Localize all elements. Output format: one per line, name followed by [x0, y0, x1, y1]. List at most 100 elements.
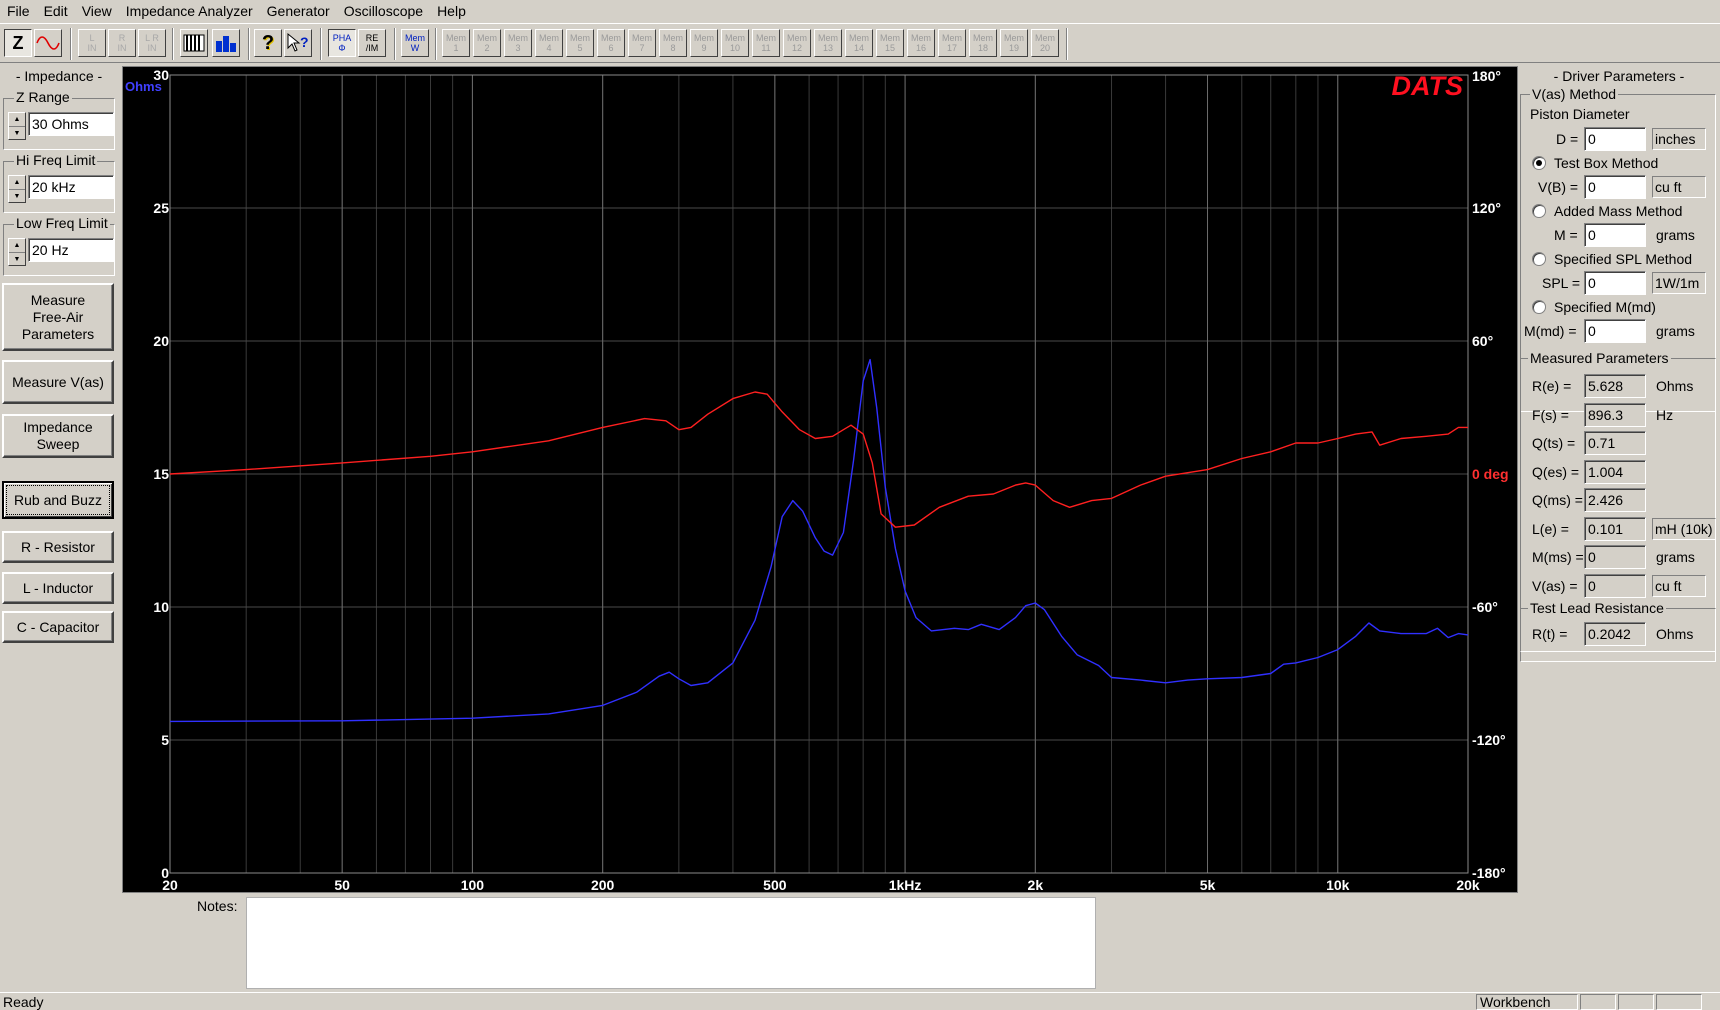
status-panel [1618, 994, 1654, 1010]
rt-label: R(t) = [1532, 626, 1568, 642]
toolbar-separator [435, 28, 437, 60]
z-range-field[interactable]: 30 Ohms [28, 112, 114, 136]
menu-view[interactable]: View [75, 0, 119, 22]
mem-slot-button[interactable]: Mem 17 [938, 29, 966, 57]
spin-up-icon[interactable]: ▲ [9, 176, 25, 190]
spectrum-button[interactable] [212, 29, 240, 57]
measured-unit: Hz [1656, 406, 1674, 423]
mmd-unit: grams [1656, 323, 1695, 339]
impedance-mode-button[interactable]: Z [4, 29, 32, 57]
measured-unit: Ohms [1656, 378, 1694, 394]
mem-slot-button[interactable]: Mem 19 [1000, 29, 1028, 57]
hi-freq-spinner[interactable]: ▲ ▼ [8, 175, 26, 203]
low-freq-spinner[interactable]: ▲ ▼ [8, 238, 26, 266]
mmd-method-label: Specified M(md) [1554, 299, 1656, 315]
menu-file[interactable]: File [0, 0, 37, 22]
measure-free-air-button[interactable]: Measure Free-Air Parameters [2, 283, 114, 351]
mem-slot-button[interactable]: Mem 13 [814, 29, 842, 57]
spin-up-icon[interactable]: ▲ [9, 113, 25, 127]
rub-and-buzz-button[interactable]: Rub and Buzz [2, 481, 114, 519]
hi-freq-field[interactable]: 20 kHz [28, 175, 114, 199]
low-freq-field[interactable]: 20 Hz [28, 238, 114, 262]
mem-slot-button[interactable]: Mem 14 [845, 29, 873, 57]
impedance-plot[interactable]: 20 50 100 200 500 1kHz 2k 5k 10k 20k 0 5 10 15 20 25 30 O… [122, 66, 1518, 893]
mem-slot-button[interactable]: Mem 10 [721, 29, 749, 57]
phase-display-button[interactable]: PHA Φ [328, 29, 356, 57]
menu-oscilloscope[interactable]: Oscilloscope [337, 0, 430, 22]
measured-unit: cu ft [1652, 574, 1706, 597]
mem-slot-button[interactable]: Mem 6 [597, 29, 625, 57]
impedance-z-icon: Z [12, 33, 24, 53]
menu-help[interactable]: Help [430, 0, 473, 22]
context-help-button[interactable]: ? [284, 29, 312, 57]
r-resistor-button[interactable]: R - Resistor [2, 531, 114, 563]
x-tick-label: 1kHz [889, 877, 922, 893]
mem-slot-button[interactable]: Mem 3 [504, 29, 532, 57]
mem-slot-button[interactable]: Mem 20 [1031, 29, 1059, 57]
mem-slot-button[interactable]: Mem 7 [628, 29, 656, 57]
spin-down-icon[interactable]: ▼ [9, 127, 25, 140]
mem-slot-button[interactable]: Mem 1 [442, 29, 470, 57]
mem-slot-button[interactable]: Mem 4 [535, 29, 563, 57]
menu-generator[interactable]: Generator [260, 0, 337, 22]
mem-slot-button[interactable]: Mem 5 [566, 29, 594, 57]
spl-field[interactable]: 0 [1584, 271, 1646, 295]
mem-slot-button[interactable]: Mem 16 [907, 29, 935, 57]
d-label: D = [1556, 131, 1579, 147]
generator-mode-button[interactable] [34, 29, 62, 57]
mem-slot-button[interactable]: Mem 2 [473, 29, 501, 57]
y-left-tick-label: 10 [153, 599, 169, 615]
status-panel-workbench: Workbench [1476, 994, 1578, 1010]
hi-freq-group: Hi Freq Limit ▲ ▼ 20 kHz [3, 152, 115, 213]
impedance-panel: - Impedance - Z Range ▲ ▼ 30 Ohms Hi Freq… [0, 64, 118, 900]
menu-edit[interactable]: Edit [37, 0, 75, 22]
y-left-tick-label: 5 [161, 732, 169, 748]
added-mass-radio[interactable] [1532, 204, 1546, 218]
toolbar-separator [70, 28, 72, 60]
test-box-radio[interactable] [1532, 156, 1546, 170]
r-in-button[interactable]: R IN [108, 29, 136, 57]
mmd-method-radio[interactable] [1532, 300, 1546, 314]
y-right-tick-label: -180° [1472, 865, 1506, 881]
mem-slot-button[interactable]: Mem 8 [659, 29, 687, 57]
mem-slot-button[interactable]: Mem 11 [752, 29, 780, 57]
mem-slot-button[interactable]: Mem 15 [876, 29, 904, 57]
rt-field: 0.2042 [1584, 622, 1646, 646]
impedance-sweep-button[interactable]: Impedance Sweep [2, 414, 114, 458]
menu-impedance-analyzer[interactable]: Impedance Analyzer [119, 0, 260, 22]
spl-method-radio[interactable] [1532, 252, 1546, 266]
spin-down-icon[interactable]: ▼ [9, 253, 25, 266]
lr-in-button[interactable]: L R IN [138, 29, 166, 57]
m-field[interactable]: 0 [1584, 223, 1646, 247]
toolbar-separator [248, 28, 250, 60]
vb-label: V(B) = [1538, 179, 1579, 195]
l-inductor-button[interactable]: L - Inductor [2, 572, 114, 604]
z-range-spinner[interactable]: ▲ ▼ [8, 112, 26, 140]
notes-textarea[interactable] [246, 897, 1096, 989]
help-question-icon: ? [261, 32, 275, 54]
vb-field[interactable]: 0 [1584, 175, 1646, 199]
l-in-button[interactable]: L IN [78, 29, 106, 57]
measured-value: 896.3 [1584, 402, 1646, 427]
added-mass-label: Added Mass Method [1554, 203, 1683, 219]
mmd-field[interactable]: 0 [1584, 319, 1646, 343]
d-field[interactable]: 0 [1584, 127, 1646, 151]
help-button[interactable]: ? [254, 29, 282, 57]
c-capacitor-button[interactable]: C - Capacitor [2, 611, 114, 643]
rub-buzz-tool-button[interactable] [180, 29, 208, 57]
spin-down-icon[interactable]: ▼ [9, 190, 25, 203]
hi-freq-legend: Hi Freq Limit [14, 152, 98, 168]
spin-up-icon[interactable]: ▲ [9, 239, 25, 253]
measure-vas-button[interactable]: Measure V(as) [2, 360, 114, 404]
y-left-unit-label: Ohms [125, 79, 162, 94]
measured-value: 0 [1584, 545, 1646, 569]
mem-write-button[interactable]: Mem W [401, 29, 429, 57]
measured-value: 2.426 [1584, 488, 1646, 512]
status-text: Ready [3, 994, 44, 1010]
z-range-legend: Z Range [14, 89, 72, 105]
mem-slot-button[interactable]: Mem 9 [690, 29, 718, 57]
mem-slot-button[interactable]: Mem 12 [783, 29, 811, 57]
mem-slot-button[interactable]: Mem 18 [969, 29, 997, 57]
re-im-display-button[interactable]: RE /IM [358, 29, 386, 57]
y-right-tick-label: 0 deg [1472, 466, 1509, 482]
